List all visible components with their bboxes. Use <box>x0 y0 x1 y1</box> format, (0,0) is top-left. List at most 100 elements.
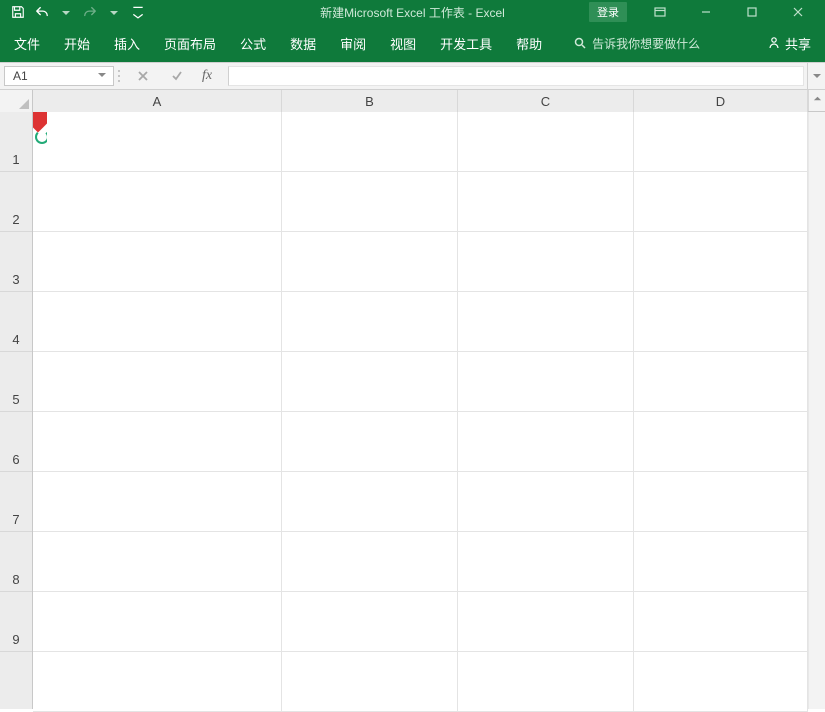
row-header-4[interactable]: 4 <box>0 292 32 352</box>
tab-review[interactable]: 审阅 <box>340 34 366 53</box>
tell-me-label: 告诉我你想要做什么 <box>592 35 700 52</box>
cell[interactable] <box>282 472 458 531</box>
tab-data[interactable]: 数据 <box>290 34 316 53</box>
formula-bar: fx <box>0 62 825 90</box>
scroll-up-icon[interactable] <box>808 90 825 111</box>
title-bar: 新建Microsoft Excel 工作表 - Excel 登录 <box>0 0 825 24</box>
insert-function-icon[interactable]: fx <box>202 68 212 84</box>
cell[interactable] <box>33 232 282 291</box>
column-headers: A B C D <box>0 90 825 112</box>
cell[interactable] <box>282 412 458 471</box>
cell[interactable] <box>634 532 808 591</box>
cell[interactable] <box>634 112 808 171</box>
ribbon-display-options-icon[interactable] <box>637 0 683 24</box>
formula-input[interactable] <box>228 66 804 86</box>
row-header-8[interactable]: 8 <box>0 532 32 592</box>
cell[interactable] <box>282 532 458 591</box>
cell[interactable] <box>634 652 808 711</box>
vertical-scrollbar[interactable] <box>808 112 825 709</box>
name-box-dropdown-icon[interactable] <box>97 69 107 83</box>
column-header-b[interactable]: B <box>282 90 458 112</box>
cell[interactable] <box>282 292 458 351</box>
tab-home[interactable]: 开始 <box>64 34 90 53</box>
enter-formula-icon[interactable] <box>168 70 186 82</box>
undo-icon[interactable] <box>32 2 52 22</box>
cell[interactable] <box>282 112 458 171</box>
cell[interactable] <box>33 592 282 651</box>
tab-layout[interactable]: 页面布局 <box>164 34 216 53</box>
login-button[interactable]: 登录 <box>589 2 627 22</box>
cell[interactable] <box>458 352 634 411</box>
cell[interactable] <box>634 352 808 411</box>
row-header-9[interactable]: 9 <box>0 592 32 652</box>
cell[interactable] <box>282 352 458 411</box>
cell[interactable] <box>33 352 282 411</box>
cell[interactable] <box>282 172 458 231</box>
close-icon[interactable] <box>775 0 821 24</box>
cell[interactable] <box>282 592 458 651</box>
tab-devtools[interactable]: 开发工具 <box>440 34 492 53</box>
cell[interactable] <box>458 172 634 231</box>
separator-dots <box>114 63 124 89</box>
row-header-3[interactable]: 3 <box>0 232 32 292</box>
cell[interactable] <box>282 232 458 291</box>
cell[interactable] <box>282 652 458 711</box>
cell[interactable] <box>33 412 282 471</box>
select-all-cell[interactable] <box>0 90 33 112</box>
spreadsheet-grid: A B C D 1 2 3 4 5 6 7 8 9 <box>0 90 825 709</box>
cell[interactable] <box>33 112 282 171</box>
cell[interactable] <box>634 472 808 531</box>
expand-formula-bar-icon[interactable] <box>807 63 825 89</box>
tab-view[interactable]: 视图 <box>390 34 416 53</box>
cell[interactable] <box>458 472 634 531</box>
row-header-1[interactable]: 1 <box>0 112 32 172</box>
row-header-2[interactable]: 2 <box>0 172 32 232</box>
share-icon <box>767 36 781 50</box>
column-header-a[interactable]: A <box>33 90 282 112</box>
cell[interactable] <box>634 412 808 471</box>
column-header-c[interactable]: C <box>458 90 634 112</box>
save-icon[interactable] <box>8 2 28 22</box>
cancel-formula-icon[interactable] <box>134 70 152 82</box>
cell[interactable] <box>634 172 808 231</box>
cell[interactable] <box>458 652 634 711</box>
tab-file[interactable]: 文件 <box>14 34 40 53</box>
cell[interactable] <box>634 592 808 651</box>
ribbon-tabs: 文件 开始 插入 页面布局 公式 数据 审阅 视图 开发工具 帮助 告诉我你想要… <box>0 24 825 62</box>
redo-icon[interactable] <box>80 2 100 22</box>
tab-formulas[interactable]: 公式 <box>240 34 266 53</box>
column-header-d[interactable]: D <box>634 90 808 112</box>
search-icon <box>574 37 586 49</box>
name-box[interactable] <box>4 66 114 86</box>
cell[interactable] <box>634 292 808 351</box>
minimize-icon[interactable] <box>683 0 729 24</box>
cell[interactable] <box>458 112 634 171</box>
cell[interactable] <box>458 532 634 591</box>
cell[interactable] <box>33 532 282 591</box>
share-label: 共享 <box>785 34 811 53</box>
row-header-5[interactable]: 5 <box>0 352 32 412</box>
tell-me-search[interactable]: 告诉我你想要做什么 <box>574 35 700 52</box>
customize-qat-icon[interactable] <box>128 2 148 22</box>
cell[interactable] <box>33 472 282 531</box>
maximize-icon[interactable] <box>729 0 775 24</box>
formula-buttons: fx <box>124 63 222 89</box>
row-header-6[interactable]: 6 <box>0 412 32 472</box>
tab-insert[interactable]: 插入 <box>114 34 140 53</box>
cell[interactable] <box>634 232 808 291</box>
cell[interactable] <box>458 592 634 651</box>
cell[interactable] <box>458 292 634 351</box>
tab-help[interactable]: 帮助 <box>516 34 542 53</box>
cell[interactable] <box>33 172 282 231</box>
cell[interactable] <box>33 652 282 711</box>
redo-dropdown-icon[interactable] <box>104 2 124 22</box>
undo-dropdown-icon[interactable] <box>56 2 76 22</box>
cell[interactable] <box>33 292 282 351</box>
cell[interactable] <box>458 412 634 471</box>
quick-access-toolbar <box>0 2 148 22</box>
row-header-7[interactable]: 7 <box>0 472 32 532</box>
cell[interactable] <box>458 232 634 291</box>
row-headers: 1 2 3 4 5 6 7 8 9 <box>0 112 33 709</box>
name-box-input[interactable] <box>11 68 81 84</box>
share-button[interactable]: 共享 <box>767 34 811 53</box>
